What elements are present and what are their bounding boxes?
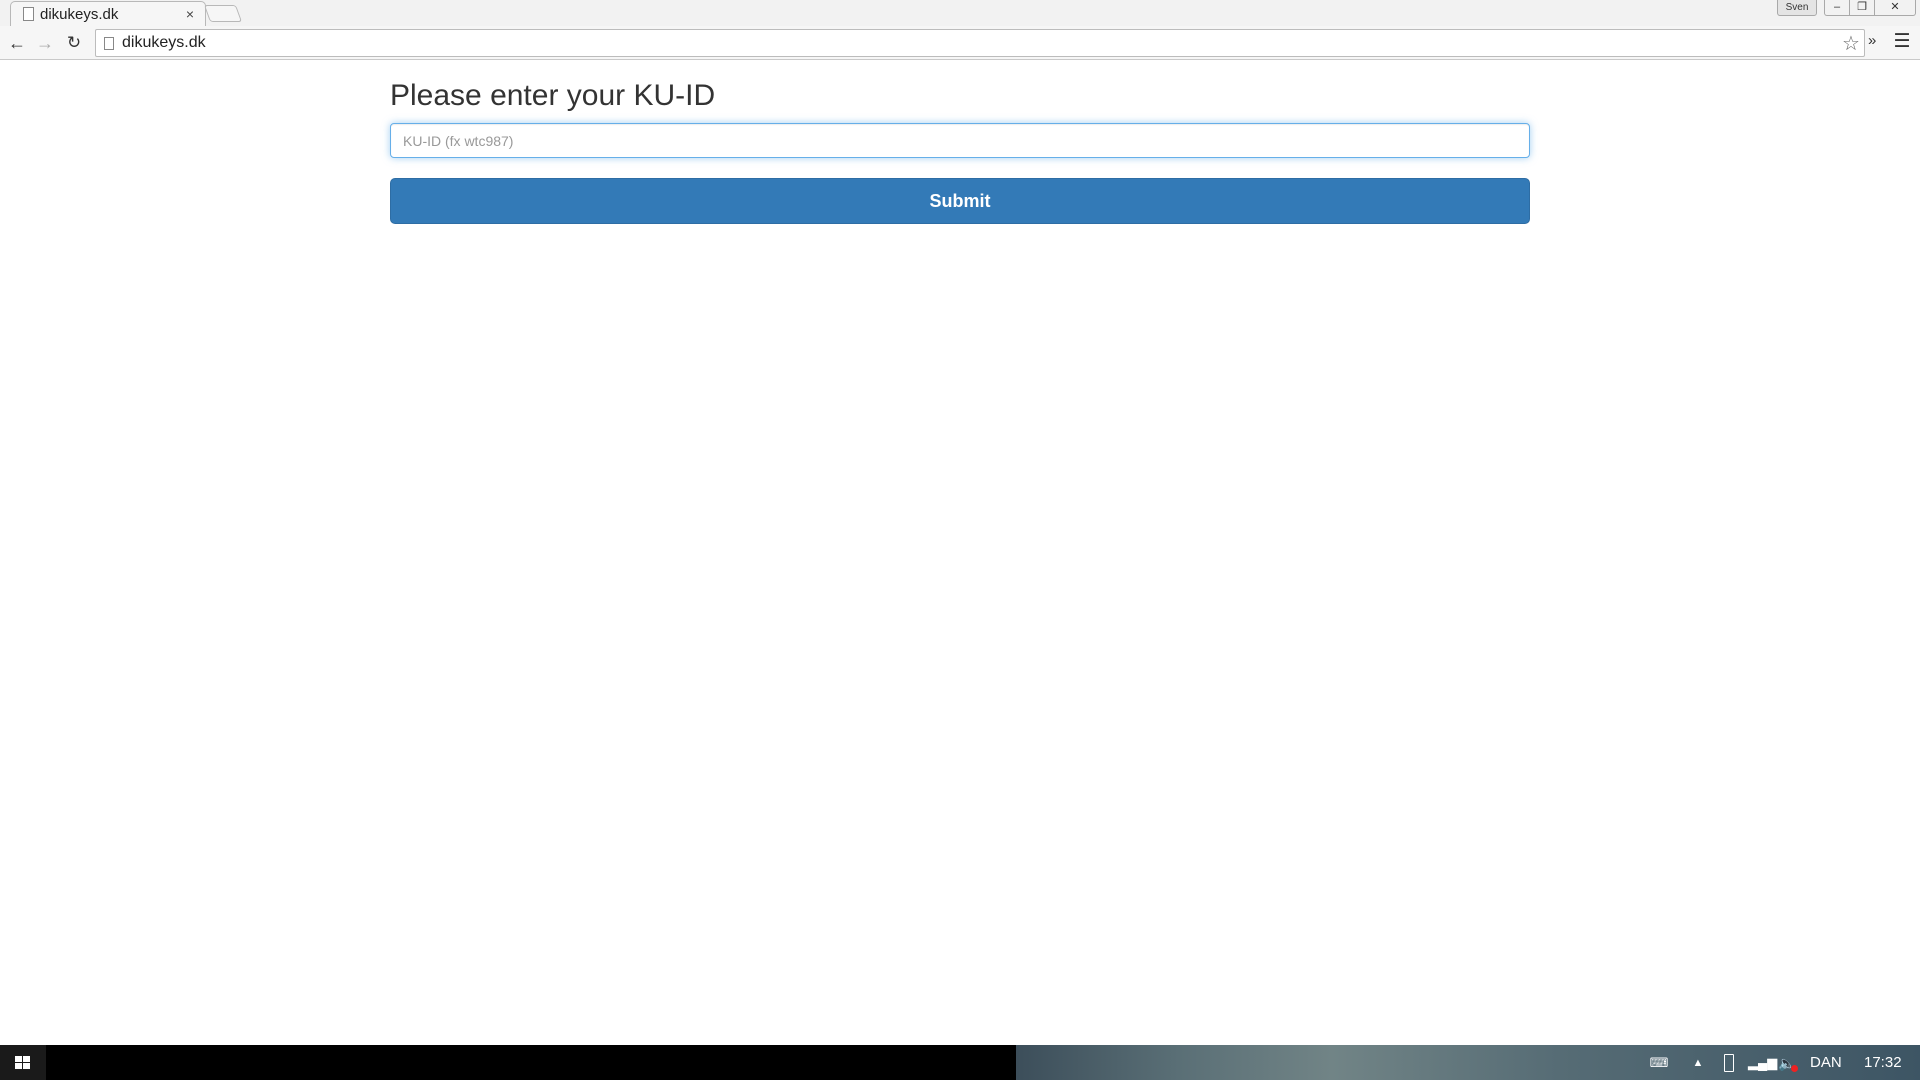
page-icon (104, 36, 114, 50)
volume-muted-icon[interactable]: 🔈 (1778, 1054, 1798, 1072)
close-window-button[interactable]: ✕ (1874, 0, 1916, 16)
address-bar[interactable]: dikukeys.dk ☆ (95, 29, 1865, 57)
taskbar: ⌨ ▲ ▂▄▆ 🔈 DAN 17:32 (0, 1045, 1920, 1080)
browser-toolbar: ← → ↻ dikukeys.dk ☆ » ☰ (0, 26, 1920, 60)
arrow-left-icon: ← (8, 33, 26, 53)
input-language-indicator[interactable]: DAN (1810, 1054, 1842, 1071)
hamburger-menu-icon[interactable]: ☰ (1891, 30, 1913, 53)
back-button[interactable]: ← (4, 30, 30, 56)
start-button[interactable] (0, 1045, 46, 1080)
browser-tab[interactable]: dikukeys.dk × (10, 1, 206, 26)
tab-close-icon[interactable]: × (183, 6, 197, 22)
windows-logo-icon (15, 1056, 31, 1070)
restore-button[interactable]: ❐ (1849, 0, 1875, 16)
address-bar-url: dikukeys.dk (122, 34, 206, 51)
arrow-right-icon: → (36, 33, 54, 53)
network-signal-icon[interactable]: ▂▄▆ (1748, 1054, 1777, 1072)
minimize-button[interactable]: – (1824, 0, 1850, 16)
tab-title: dikukeys.dk (40, 5, 119, 23)
submit-button[interactable]: Submit (390, 178, 1530, 224)
keyboard-icon[interactable]: ⌨ (1648, 1054, 1670, 1072)
star-icon[interactable]: ☆ (1838, 31, 1864, 56)
page-content: Please enter your KU-ID Submit (0, 61, 1920, 1045)
battery-icon[interactable] (1724, 1054, 1734, 1072)
show-hidden-icons-icon[interactable]: ▲ (1690, 1054, 1706, 1072)
page-title: Please enter your KU-ID (390, 79, 716, 112)
reload-icon: ↻ (66, 33, 82, 52)
browser-titlebar: dikukeys.dk × Sven – ❐ ✕ (0, 0, 1920, 26)
system-clock[interactable]: 17:32 (1864, 1054, 1902, 1071)
profile-button[interactable]: Sven (1777, 0, 1817, 16)
forward-button[interactable]: → (32, 30, 58, 56)
new-tab-button[interactable] (203, 5, 243, 22)
page-icon (23, 7, 34, 21)
ku-id-input[interactable] (390, 123, 1530, 158)
extensions-overflow-button[interactable]: » (1868, 32, 1876, 49)
reload-button[interactable]: ↻ (61, 30, 87, 56)
